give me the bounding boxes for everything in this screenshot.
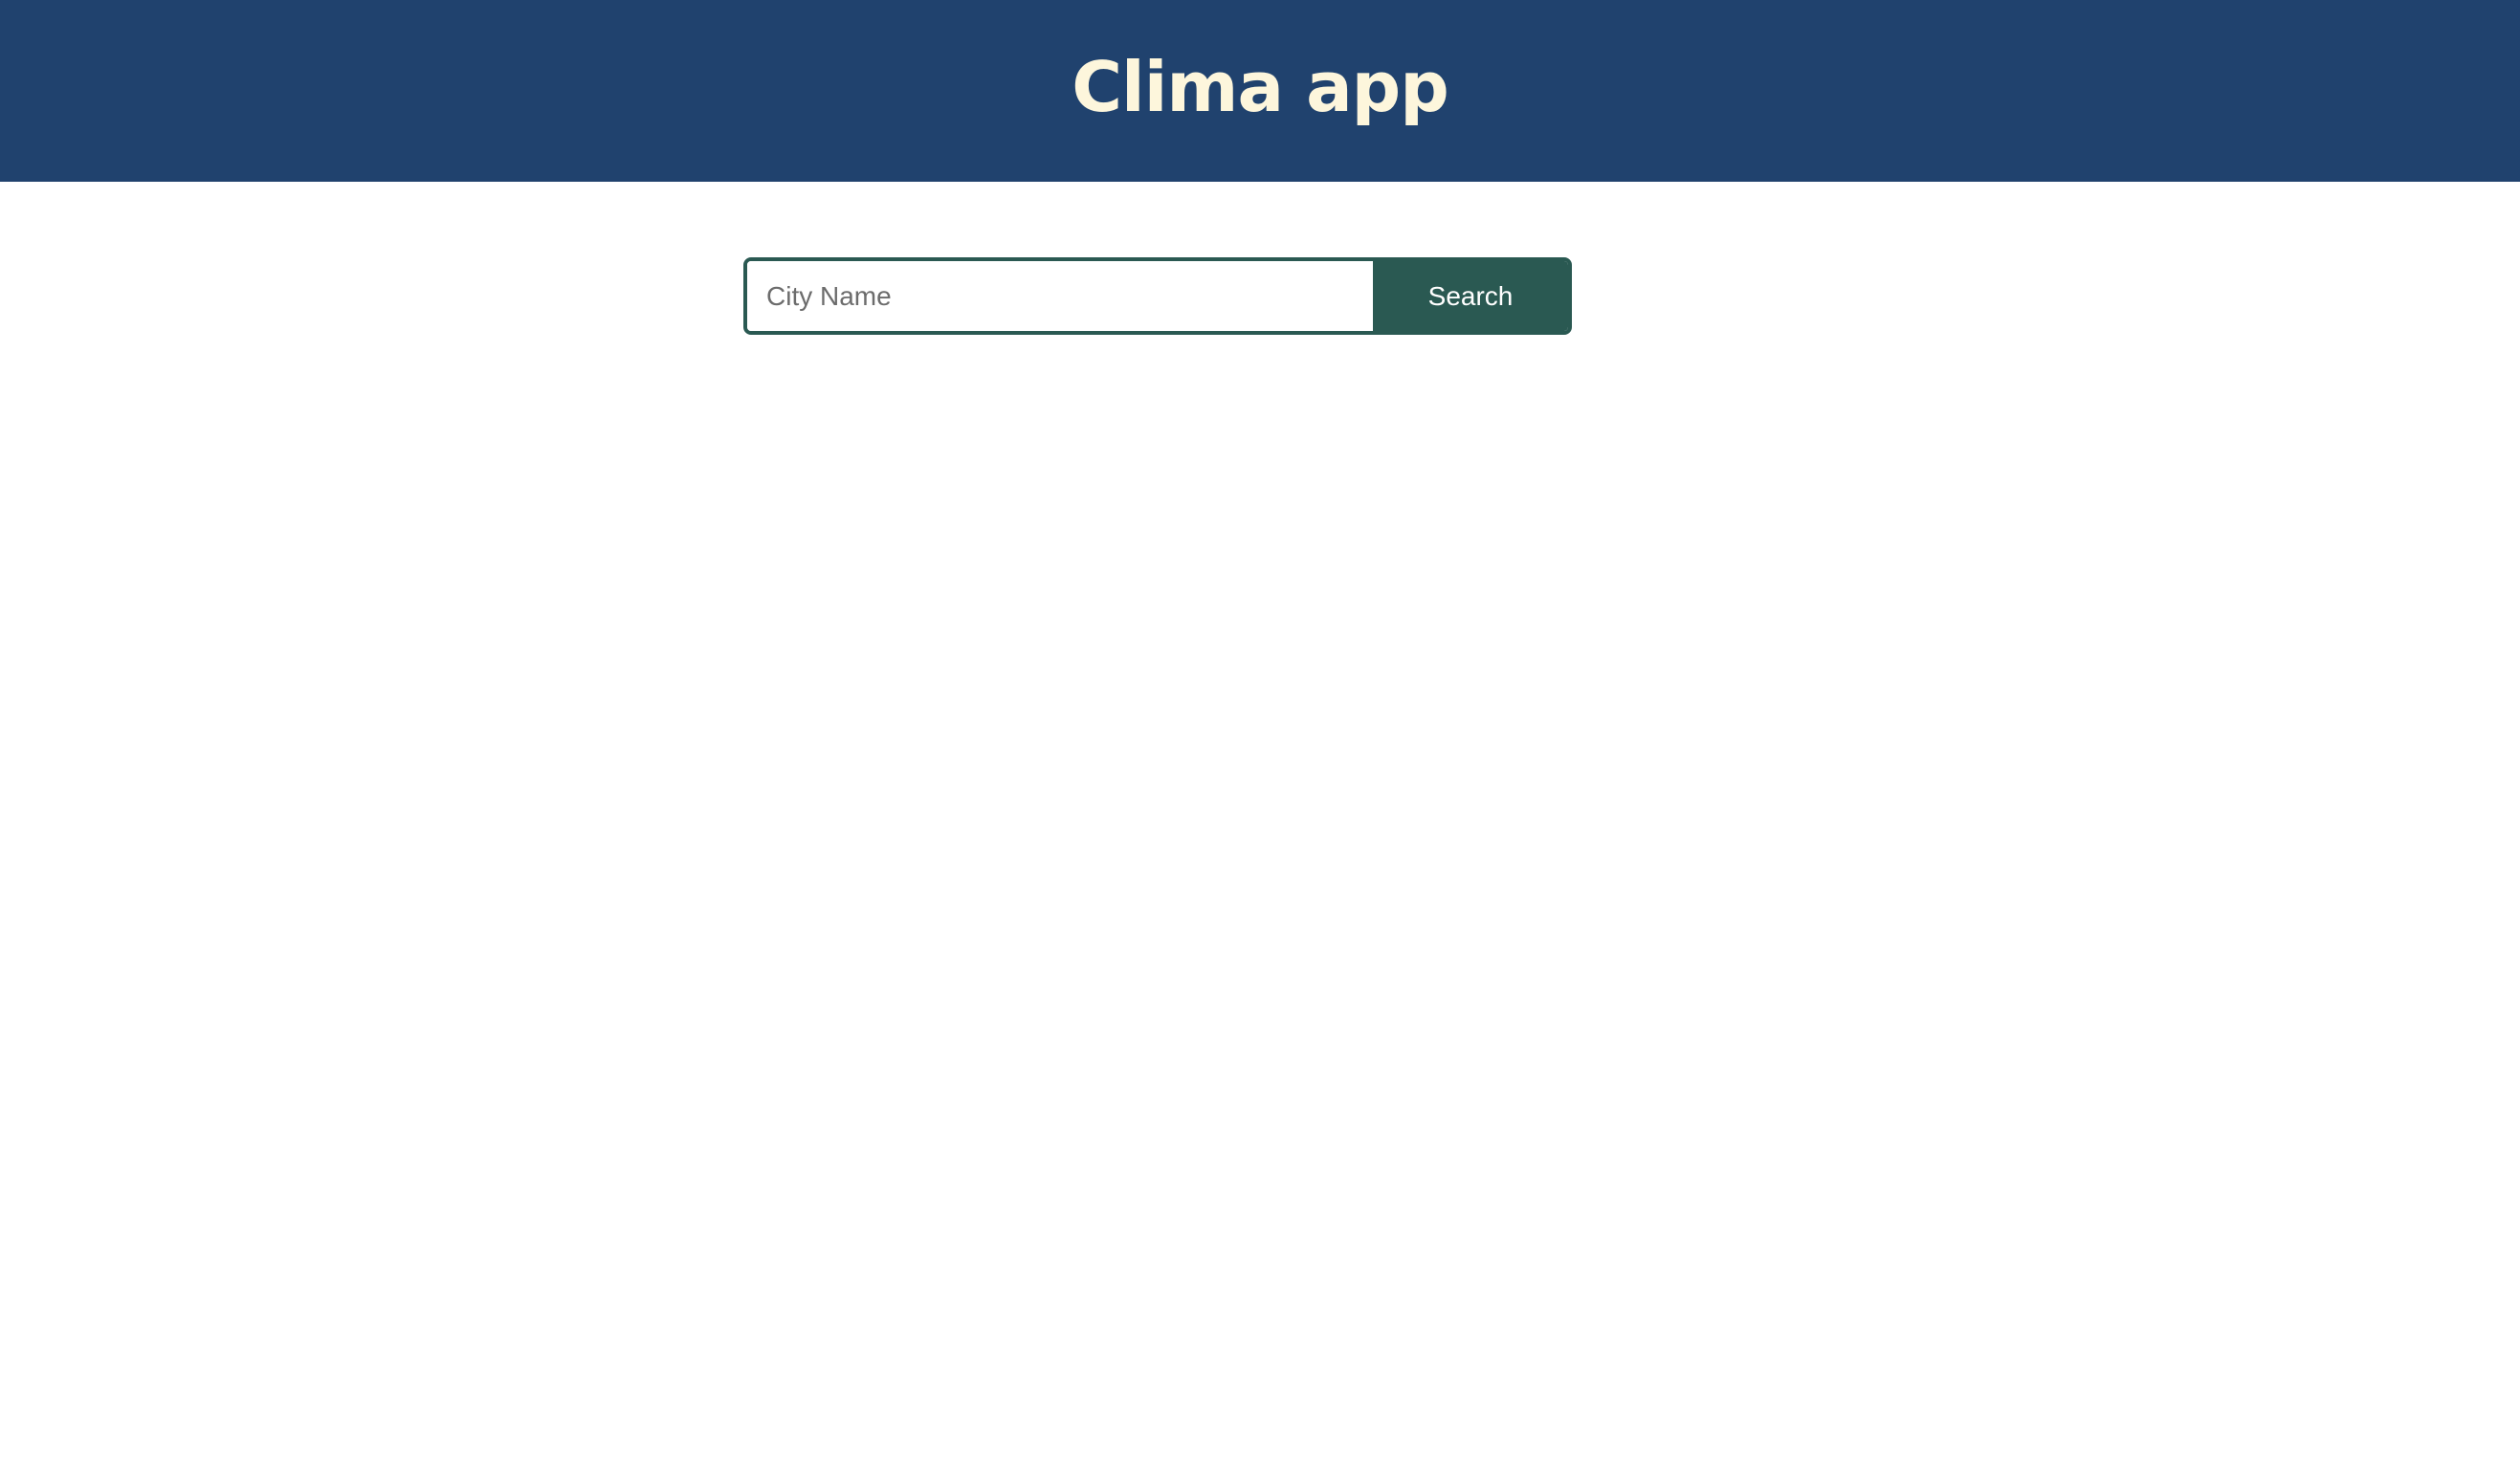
app-title: Clima app (1072, 47, 1449, 127)
search-form: Search (743, 257, 1572, 335)
city-name-input[interactable] (747, 261, 1373, 331)
app-header: Clima app (0, 0, 2520, 182)
search-button[interactable]: Search (1373, 261, 1568, 331)
